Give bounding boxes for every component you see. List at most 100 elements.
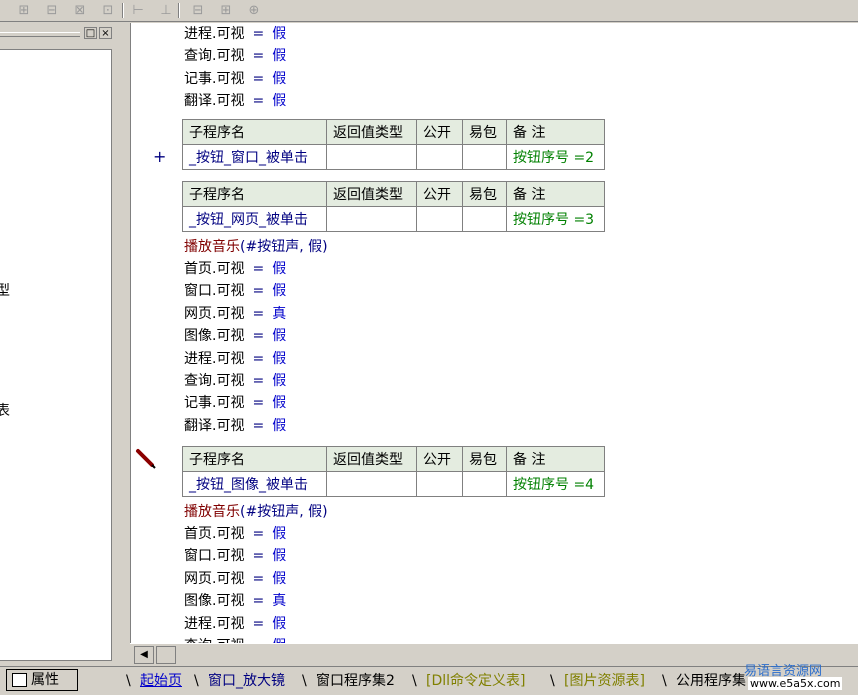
spacing-h-icon[interactable]: ⊢ <box>128 1 148 20</box>
align-left-icon[interactable]: ⊞ <box>14 1 34 20</box>
assign-operator: = <box>252 615 265 632</box>
restore-button[interactable]: □ <box>84 27 97 39</box>
left-panel: □ × 型 表 <box>0 23 122 666</box>
form-toolbar: ⊞ ⊟ ⊠ ⊡ ⊢ ⊥ ⊟ ⊞ ⊕ <box>0 0 858 22</box>
watermark-url: www.e5a5x.com <box>748 677 843 690</box>
code-line[interactable]: 进程.可视 = 假 <box>184 23 286 45</box>
document-tab-label: [图片资源表] <box>564 673 645 689</box>
assign-operator: = <box>252 48 265 65</box>
assign-operator: = <box>252 283 265 300</box>
bottom-bar: 属性 \ 起始页 \ 窗口_放大镜 \ 窗口程序集2 \ [Dll命令定义表] \ [图片资源表]… <box>0 666 858 695</box>
toolbar-separator <box>178 3 180 18</box>
object-property: 进程.可视 <box>184 615 245 632</box>
bool-value: 假 <box>272 328 287 345</box>
code-line[interactable]: 查询.可视=假 <box>184 635 286 643</box>
code-line[interactable]: 进程.可视 = 假 <box>184 348 286 370</box>
document-tab[interactable]: \ 窗口程序集2 <box>302 669 395 693</box>
assign-operator: = <box>252 93 265 110</box>
bool-value: 假 <box>272 48 287 65</box>
code-line[interactable]: 翻译.可视 = 假 <box>184 415 286 437</box>
panel-grip[interactable] <box>0 32 80 37</box>
tab-edge: \ <box>302 673 307 689</box>
code-line[interactable]: 首页.可视 = 假 <box>184 258 286 280</box>
table-header-cell: 备 注 <box>506 446 605 472</box>
function-args: (#按钮声, 假) <box>240 504 328 520</box>
spacing-v-icon[interactable]: ⊥ <box>156 1 176 20</box>
object-property: 记事.可视 <box>184 395 245 412</box>
code-line[interactable]: 查询.可视=假 <box>184 370 286 392</box>
align-center-icon[interactable]: ⊟ <box>42 1 62 20</box>
toolbar-separator <box>122 3 124 18</box>
code-editor[interactable]: 进程.可视 = 假查询.可视 = 假记事.可视 = 假翻译.可视 = 假子程序名 返回值类型 公开易… <box>180 23 858 643</box>
code-line[interactable]: 网页.可视 = 真 <box>184 303 286 325</box>
bool-value: 假 <box>272 417 287 434</box>
bool-value: 假 <box>272 615 287 632</box>
table-header-cell: 公开 <box>416 446 463 472</box>
table-header-cell: 返回值类型 <box>326 119 417 145</box>
code-line[interactable]: 记事.可视 = 假 <box>184 392 286 414</box>
document-tab[interactable]: \ 窗口_放大镜 <box>194 669 285 693</box>
tab-edge: \ <box>662 673 667 689</box>
document-tab-label: 起始页 <box>140 673 182 689</box>
splitter[interactable] <box>122 23 130 666</box>
function-name: 播放音乐 <box>184 504 240 520</box>
code-line[interactable]: 记事.可视 = 假 <box>184 68 286 90</box>
table-header-cell: 返回值类型 <box>326 446 417 472</box>
list-item-fragment: 表 <box>0 400 10 420</box>
table-header-cell: 公开 <box>416 181 463 207</box>
tab-edge: \ <box>550 673 555 689</box>
object-property: 窗口.可视 <box>184 283 245 300</box>
object-property: 网页.可视 <box>184 305 245 322</box>
subroutine-table: 子程序名 返回值类型 公开 易包备 注 _按钮_窗口_被单击 按钮序号 =2 <box>182 119 605 170</box>
code-line[interactable]: 图像.可视 = 假 <box>184 325 286 347</box>
expand-icon[interactable]: + <box>153 147 166 166</box>
same-height-icon[interactable]: ⊞ <box>216 1 236 20</box>
scroll-left-button[interactable]: ◀ <box>134 646 154 664</box>
code-line[interactable]: 窗口.可视 = 假 <box>184 280 286 302</box>
table-row[interactable]: _按钮_图像_被单击 按钮序号 =4 <box>182 471 605 497</box>
object-property: 进程.可视 <box>184 26 245 42</box>
assign-operator: = <box>252 417 265 434</box>
code-line[interactable]: 进程.可视 = 假 <box>184 613 286 635</box>
align-top-icon[interactable]: ⊠ <box>70 1 90 20</box>
document-tab[interactable]: \ [Dll命令定义表] <box>412 669 525 693</box>
table-cell <box>416 144 463 170</box>
code-line[interactable]: 网页.可视 = 假 <box>184 568 286 590</box>
table-header-cell: 返回值类型 <box>326 181 417 207</box>
function-call-line[interactable]: 播放音乐(#按钮声, 假) <box>184 501 328 523</box>
subroutine-remark: 按钮序号 =2 <box>506 144 605 170</box>
code-line[interactable]: 翻译.可视 = 假 <box>184 90 286 112</box>
table-row[interactable]: _按钮_网页_被单击 按钮序号 =3 <box>182 206 605 232</box>
properties-tab[interactable]: 属性 <box>6 669 78 691</box>
table-cell <box>462 206 507 232</box>
table-header-row: 子程序名 返回值类型 公开 易包备 注 <box>182 181 605 207</box>
align-middle-icon[interactable]: ⊡ <box>98 1 118 20</box>
subroutine-table: 子程序名 返回值类型 公开 易包备 注 _按钮_图像_被单击 按钮序号 =4 <box>182 446 605 497</box>
object-property: 图像.可视 <box>184 328 245 345</box>
document-tab[interactable]: \ 起始页 <box>126 669 182 693</box>
document-tab[interactable]: \ 公用程序集 <box>662 669 746 693</box>
subroutine-remark: 按钮序号 =3 <box>506 206 605 232</box>
assign-operator: = <box>252 395 265 412</box>
assign-operator: = <box>252 570 265 587</box>
left-panel-titlebar: □ × <box>0 25 118 41</box>
assign-operator: = <box>252 328 265 345</box>
left-panel-list[interactable]: 型 表 <box>0 49 112 661</box>
code-line[interactable]: 首页.可视 = 假 <box>184 523 286 545</box>
code-line[interactable]: 图像.可视 = 真 <box>184 590 286 612</box>
document-tab[interactable]: \ [图片资源表] <box>550 669 645 693</box>
table-row[interactable]: _按钮_窗口_被单击 按钮序号 =2 <box>182 144 605 170</box>
close-button[interactable]: × <box>99 27 112 39</box>
scroll-thumb[interactable] <box>156 646 176 664</box>
code-line[interactable]: 窗口.可视 = 假 <box>184 545 286 567</box>
code-line[interactable]: 查询.可视 = 假 <box>184 45 286 67</box>
subroutine-remark: 按钮序号 =4 <box>506 471 605 497</box>
assign-operator: = <box>252 261 265 277</box>
same-size-icon[interactable]: ⊕ <box>244 1 264 20</box>
table-header-cell: 公开 <box>416 119 463 145</box>
subroutine-name: _按钮_网页_被单击 <box>182 206 327 232</box>
object-property: 查询.可视 <box>184 48 245 65</box>
same-width-icon[interactable]: ⊟ <box>188 1 208 20</box>
assign-operator: = <box>252 305 265 322</box>
function-call-line[interactable]: 播放音乐(#按钮声, 假) <box>184 236 328 258</box>
